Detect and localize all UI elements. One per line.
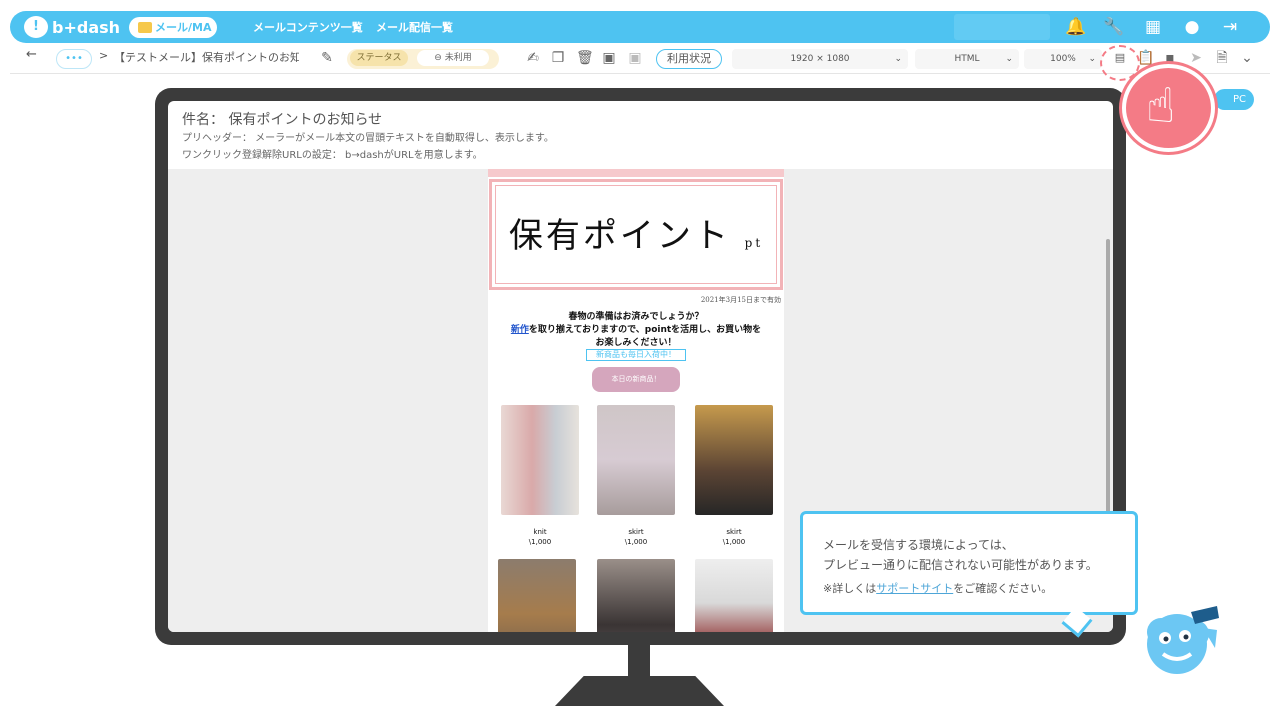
header-band <box>488 169 784 177</box>
chevron-down-icon: ⌄ <box>1088 54 1096 64</box>
account-info-area[interactable] <box>954 14 1050 40</box>
logo-mark: ! <box>24 16 48 38</box>
subject-label: 件名： <box>182 112 224 128</box>
product-price: \1,000 <box>528 538 552 546</box>
hero-title: 保有ポイント <box>508 216 731 256</box>
zoom-value: 100% <box>1050 54 1076 64</box>
edit-pencil-icon[interactable]: ✎ <box>319 50 335 66</box>
resolution-value: 1920 × 1080 <box>790 54 850 64</box>
rendering-warning-tooltip: メールを受信する環境によっては、 プレビュー通りに配信されない可能性があります。… <box>800 511 1138 615</box>
format-select[interactable]: HTML ⌄ <box>915 49 1019 69</box>
document-icon[interactable]: 🗎 <box>1214 50 1230 66</box>
expiry-date: 2021年3月15日まで有効 <box>700 296 781 304</box>
send-icon[interactable]: ➤ <box>1188 50 1204 66</box>
tooltip-line-3: ※詳しくはサポートサイトをご確認ください。 <box>823 580 1052 596</box>
chevron-down-icon: ⌄ <box>894 54 902 64</box>
format-value: HTML <box>954 54 980 64</box>
top-navigation-bar: ! b+dash メール/MA メールコンテンツ一覧 メール配信一覧 🔔 🔧 ▦ … <box>10 11 1270 43</box>
product-image-knit[interactable] <box>501 405 579 515</box>
mail-subject: 件名： 保有ポイントのお知らせ <box>182 109 382 129</box>
editor-toolbar: ← ••• > 【テストメール】保有ポイントのお知… ✎ ステータス ⊖ 未利用… <box>10 44 1270 74</box>
copy-line-3: お楽しみください！ <box>595 338 677 348</box>
product-name: skirt <box>628 528 644 536</box>
product-image-sneakers[interactable] <box>695 559 773 632</box>
product-price: \1,000 <box>722 538 746 546</box>
edit-document-icon[interactable]: ✍ <box>525 50 541 66</box>
usage-button[interactable]: 利用状況 <box>656 49 722 69</box>
status-toggle[interactable]: ステータス ⊖ 未利用 <box>347 49 499 69</box>
email-body: 保有ポイント pt 2021年3月15日まで有効 春物の準備はお済みでしょうか？… <box>488 169 784 632</box>
archive-icon[interactable]: ▣ <box>601 50 617 66</box>
tooltip-line-3-post: をご確認ください。 <box>953 582 1053 595</box>
product-image-outfit[interactable] <box>597 559 675 632</box>
copy-line-2: 新作を取り揃えておりますので、pointを活用し、お買い物を <box>488 322 784 335</box>
copy-line-2-text: を取り揃えておりますので、pointを活用し、お買い物を <box>528 325 762 335</box>
preheader-text: プリヘッダー： メーラーがメール本文の冒頭テキストを自動取得し、表示します。 <box>182 133 554 144</box>
hero-unit: pt <box>744 236 764 250</box>
pc-view-toggle[interactable]: PC <box>1214 89 1254 110</box>
tooltip-line-2: プレビュー通りに配信されない可能性があります。 <box>823 558 1098 572</box>
nav-mail-delivery[interactable]: メール配信一覧 <box>376 19 453 35</box>
product-name: knit <box>533 528 547 536</box>
zoom-select[interactable]: 100% ⌄ <box>1024 49 1102 69</box>
mascot-icon[interactable]: ● <box>1180 15 1204 39</box>
status-label: ステータス <box>350 50 408 66</box>
mail-ma-label: メール/MA <box>155 21 212 34</box>
product-image-skirt[interactable] <box>597 405 675 515</box>
logo-text: b+dash <box>52 17 121 37</box>
points-hero: 保有ポイント pt <box>489 179 783 290</box>
bell-icon[interactable]: 🔔 <box>1064 15 1088 39</box>
mail-ma-button[interactable]: メール/MA <box>129 17 217 38</box>
breadcrumb-separator: > <box>99 49 109 62</box>
copy-line-1: 春物の準備はお済みでしょうか？ <box>568 312 704 322</box>
support-site-link[interactable]: サポートサイト <box>876 582 953 595</box>
tooltip-line-3-pre: ※詳しくは <box>823 582 877 595</box>
grid-icon[interactable]: ▦ <box>1141 15 1165 39</box>
resolution-select[interactable]: 1920 × 1080 ⌄ <box>732 49 908 69</box>
todays-new-items-button[interactable]: 本日の新商品！ <box>592 367 680 392</box>
unsubscribe-setting: ワンクリック登録解除URLの設定： b→dashがURLを用意します。 <box>182 150 483 161</box>
product-image-coat[interactable] <box>498 559 576 632</box>
product-image-skirt-2[interactable] <box>695 405 773 515</box>
product-name: skirt <box>726 528 742 536</box>
new-items-link[interactable]: 新作 <box>511 325 529 335</box>
subject-text: 保有ポイントのお知らせ <box>228 112 383 128</box>
more-button[interactable]: ••• <box>56 49 92 69</box>
chevron-down-icon: ⌄ <box>1005 54 1013 64</box>
unused-label: 未利用 <box>444 53 472 63</box>
bdash-logo[interactable]: ! b+dash <box>24 16 120 38</box>
product-price: \1,000 <box>624 538 648 546</box>
unused-badge: ⊖ 未利用 <box>417 50 489 66</box>
mascot-character-icon <box>1147 606 1219 674</box>
monitor-stand-neck <box>628 645 650 678</box>
back-arrow-icon[interactable]: ← <box>26 47 37 62</box>
expand-chevron-icon[interactable]: ⌄ <box>1239 50 1255 66</box>
monitor-stand-base <box>555 676 724 706</box>
unarchive-icon[interactable]: ▣ <box>627 50 643 66</box>
new-arrival-tag: 新商品も毎日入荷中！ <box>586 349 686 361</box>
highlight-circle <box>1100 45 1140 81</box>
breadcrumb: 【テストメール】保有ポイントのお知… <box>114 51 299 64</box>
trash-icon[interactable]: 🗑 <box>576 50 594 66</box>
nav-mail-contents[interactable]: メールコンテンツ一覧 <box>253 19 363 35</box>
logout-icon[interactable]: ⇥ <box>1218 15 1242 39</box>
copy-icon[interactable]: ❐ <box>550 50 566 66</box>
folder-icon <box>138 22 152 33</box>
pointing-hand-icon: ☝ <box>1122 64 1215 152</box>
wrench-icon[interactable]: 🔧 <box>1102 15 1126 39</box>
tooltip-line-1: メールを受信する環境によっては、 <box>823 538 1014 552</box>
